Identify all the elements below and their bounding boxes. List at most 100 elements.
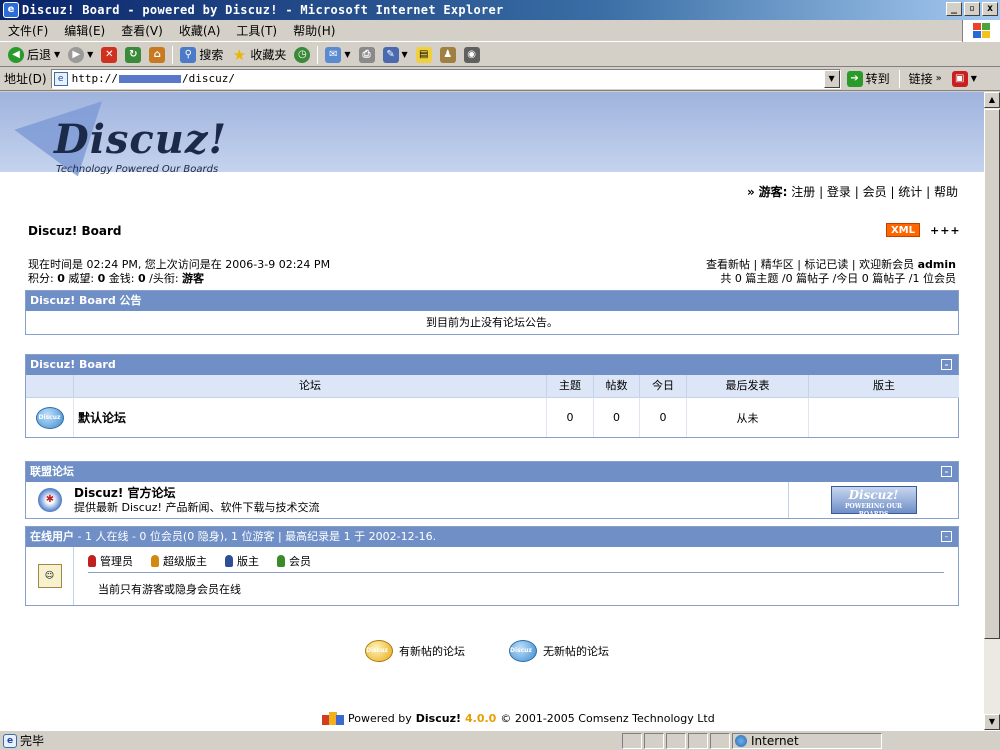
address-label: 地址(D) xyxy=(4,72,47,86)
page-icon: e xyxy=(53,71,68,86)
go-arrow-icon: ➔ xyxy=(846,70,863,87)
menu-edit[interactable]: 编辑(E) xyxy=(56,22,113,39)
edit-button[interactable]: ✎ ▼ xyxy=(379,44,412,66)
alliance-box: 联盟论坛 – ✱ Discuz! 官方论坛 提供最新 Discuz! 产品新闻、… xyxy=(25,461,959,519)
stop-button[interactable]: ✕ xyxy=(97,44,121,66)
messenger-button[interactable]: ◉ xyxy=(460,44,484,66)
mail-button[interactable]: ✉ ▼ xyxy=(321,44,354,66)
header-forum: 论坛 xyxy=(74,375,547,397)
restore-button[interactable]: ▫ xyxy=(964,2,980,16)
dropdown-arrow-icon: ▼ xyxy=(87,50,94,59)
copyright[interactable]: © 2001-2005 Comsenz Technology Ltd xyxy=(500,712,714,725)
header-threads: 主题 xyxy=(547,375,594,397)
link-mark-read[interactable]: 标记已读 xyxy=(804,258,848,271)
page-viewport[interactable]: Discuz! Technology Powered Our Boards » … xyxy=(0,92,984,730)
toolbar-separator xyxy=(172,45,174,64)
acrobat-icon: ▣ xyxy=(951,70,968,87)
link-digest[interactable]: 精华区 xyxy=(761,258,794,271)
alliance-desc: 提供最新 Discuz! 产品新闻、软件下载与技术交流 xyxy=(74,501,320,514)
quick-links: 查看新帖 | 精华区 | 标记已读 | 欢迎新会员 admin 共 0 篇主题 … xyxy=(706,258,956,285)
menu-help[interactable]: 帮助(H) xyxy=(285,22,343,39)
address-dropdown-button[interactable]: ▼ xyxy=(823,69,840,88)
links-button[interactable]: 链接 » xyxy=(903,70,948,87)
collapse-icon[interactable]: – xyxy=(941,531,952,542)
version: 4.0.0 xyxy=(465,711,497,725)
history-button[interactable]: ◷ xyxy=(290,44,314,66)
collapse-icon[interactable]: – xyxy=(941,466,952,477)
star-icon: ★ xyxy=(232,45,247,64)
user-card-icon: ☺ xyxy=(37,564,62,588)
guest-label: 游客: xyxy=(758,185,788,199)
user-info: 现在时间是 02:24 PM, 您上次访问是在 2006-3-9 02:24 P… xyxy=(28,258,330,286)
note-icon: ▤ xyxy=(415,46,432,63)
windows-logo-icon xyxy=(962,20,1000,42)
vertical-scrollbar[interactable]: ▲ ▼ xyxy=(984,92,1000,730)
menu-view[interactable]: 查看(V) xyxy=(113,22,171,39)
menu-favorites[interactable]: 收藏(A) xyxy=(171,22,229,39)
dropdown-arrow-icon: ▼ xyxy=(344,50,351,59)
link-register[interactable]: 注册 xyxy=(791,185,815,199)
moderator-user-icon xyxy=(225,554,233,567)
security-zone: Internet xyxy=(732,732,882,749)
announcement-caption: Discuz! Board 公告 xyxy=(26,291,958,311)
guest-links: » 游客: 注册 | 登录 | 会员 | 统计 | 帮助 xyxy=(747,185,958,199)
forum-last-post: 从未 xyxy=(687,397,809,437)
discuz-link[interactable]: Discuz! xyxy=(416,712,461,725)
scroll-up-button[interactable]: ▲ xyxy=(984,92,1000,108)
link-members[interactable]: 会员 xyxy=(863,185,887,199)
link-stats[interactable]: 统计 xyxy=(898,185,922,199)
forum-name-link[interactable]: 默认论坛 xyxy=(74,397,547,437)
search-button[interactable]: ⚲ 搜索 xyxy=(176,44,227,66)
close-button[interactable]: x xyxy=(982,2,998,16)
board-title[interactable]: Discuz! Board xyxy=(28,224,122,238)
status-text: 完毕 xyxy=(20,734,45,748)
refresh-button[interactable]: ↻ xyxy=(121,44,145,66)
alliance-name-link[interactable]: Discuz! 官方论坛 xyxy=(74,486,176,500)
scroll-thumb[interactable] xyxy=(984,109,1000,639)
announcement-body: 到目前为止没有论坛公告。 xyxy=(426,316,558,329)
address-bar: 地址(D) e http:///discuz/ ▼ ➔ 转到 链接 » ▣ ▼ xyxy=(0,67,1000,91)
dropdown-arrow-icon: ▼ xyxy=(970,74,977,83)
go-button[interactable]: ➔ 转到 xyxy=(841,70,896,87)
collapse-icon[interactable]: – xyxy=(941,359,952,370)
header-today: 今日 xyxy=(640,375,687,397)
scroll-down-button[interactable]: ▼ xyxy=(984,714,1000,730)
research-button[interactable]: ♟ xyxy=(436,44,460,66)
favorites-button[interactable]: ★ 收藏夹 xyxy=(227,44,290,66)
address-input[interactable]: e http:///discuz/ ▼ xyxy=(50,68,841,89)
link-new-posts[interactable]: 查看新帖 xyxy=(706,258,750,271)
globe-icon xyxy=(735,734,747,747)
menu-tools[interactable]: 工具(T) xyxy=(228,22,285,39)
forward-button[interactable]: ▶ ▼ xyxy=(64,44,97,66)
xml-rss-button[interactable]: XML xyxy=(886,223,920,237)
forum-moderator xyxy=(809,397,959,437)
discuz-logo[interactable]: Discuz! Technology Powered Our Boards xyxy=(14,101,226,191)
print-button[interactable]: ⎙ xyxy=(355,44,379,66)
expand-all-button[interactable]: +++ xyxy=(930,224,961,237)
alliance-banner[interactable]: Discuz! POWERING OUR BOARDS xyxy=(830,486,917,518)
header-moderator: 版主 xyxy=(809,375,959,397)
minimize-button[interactable]: _ xyxy=(946,2,962,16)
search-icon: ⚲ xyxy=(180,46,197,63)
back-button[interactable]: ◀ 后退 ▼ xyxy=(4,44,64,66)
forum-icon-key: Discuz 有新帖的论坛 Discuz 无新帖的论坛 xyxy=(365,640,609,662)
toolbar-separator xyxy=(317,45,319,64)
window-title-bar[interactable]: e Discuz! Board - powered by Discuz! - M… xyxy=(0,0,1000,20)
forum-list-caption: Discuz! Board xyxy=(30,358,116,371)
standard-toolbar: ◀ 后退 ▼ ▶ ▼ ✕ ↻ ⌂ ⚲ 搜索 ★ 收藏夹 ◷ ✉ ▼ ⎙ ✎ ▼ … xyxy=(0,43,1000,67)
announcement-box: Discuz! Board 公告 到目前为止没有论坛公告。 xyxy=(25,290,959,335)
acrobat-button[interactable]: ▣ ▼ xyxy=(948,68,981,90)
link-login[interactable]: 登录 xyxy=(827,185,851,199)
user-group-legend: 管理员 超级版主 版主 会员 xyxy=(88,553,944,573)
menu-file[interactable]: 文件(F) xyxy=(0,22,56,39)
alliance-row: ✱ Discuz! 官方论坛 提供最新 Discuz! 产品新闻、软件下载与技术… xyxy=(26,482,958,518)
newest-member-link[interactable]: admin xyxy=(918,258,956,271)
forum-threads: 0 xyxy=(547,397,594,437)
link-help[interactable]: 帮助 xyxy=(934,185,958,199)
new-posts-icon: Discuz xyxy=(365,640,393,662)
home-button[interactable]: ⌂ xyxy=(145,44,169,66)
menu-bar: 文件(F) 编辑(E) 查看(V) 收藏(A) 工具(T) 帮助(H) xyxy=(0,20,1000,42)
discuss-button[interactable]: ▤ xyxy=(412,44,436,66)
credit-info: 积分: 0 威望: 0 金钱: 0 /头衔: 游客 xyxy=(28,272,205,285)
window-controls: _ ▫ x xyxy=(946,2,998,16)
